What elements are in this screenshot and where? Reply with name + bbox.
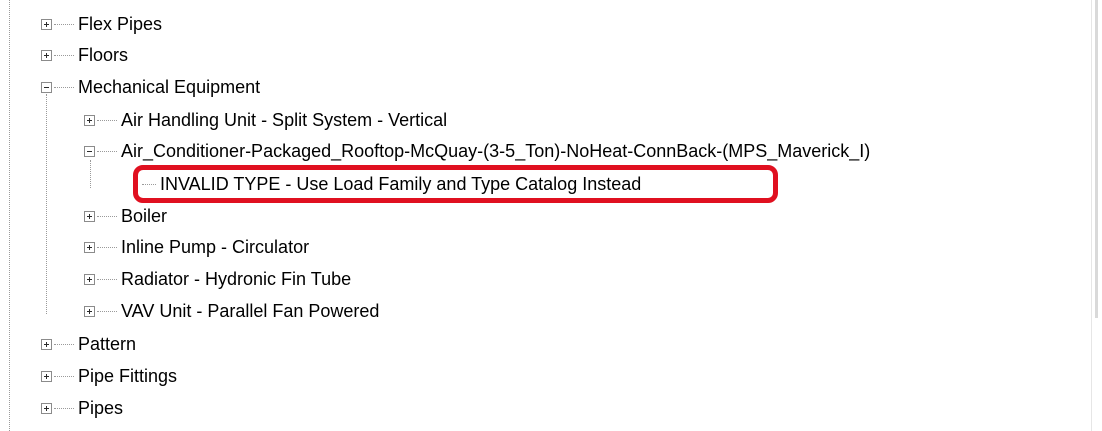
tree-node-floors[interactable]: Floors [41,42,128,68]
tree-node-label: Air_Conditioner-Packaged_Rooftop-McQuay-… [121,141,871,161]
tree-node-flex-pipes[interactable]: Flex Pipes [41,11,162,37]
expand-icon[interactable] [41,18,52,30]
tree-node-inline-pump[interactable]: Inline Pump - Circulator [84,234,309,260]
tree-connector [142,183,156,185]
tree-node-pipe-fittings[interactable]: Pipe Fittings [41,363,177,389]
tree-node-pattern[interactable]: Pattern [41,331,136,357]
tree-node-air-conditioner-rooftop[interactable]: Air_Conditioner-Packaged_Rooftop-McQuay-… [84,138,870,164]
tree-node-label: Inline Pump - Circulator [121,237,310,257]
tree-connector [97,119,117,121]
expand-icon[interactable] [41,49,52,61]
tree-node-vav-unit[interactable]: VAV Unit - Parallel Fan Powered [84,298,379,324]
expand-icon[interactable] [84,114,95,126]
tree-node-label: Pattern [78,334,137,354]
tree-node-label: Mechanical Equipment [78,77,261,97]
tree-connector [54,54,74,56]
tree-connector [54,375,74,377]
expand-icon[interactable] [41,402,52,414]
expand-icon[interactable] [41,338,52,350]
tree-node-label: Pipes [78,398,124,418]
tree-connector [97,150,117,152]
tree-connector [97,246,117,248]
collapse-icon[interactable] [41,81,52,93]
tree-connector [54,407,74,409]
tree-node-air-handling-unit[interactable]: Air Handling Unit - Split System - Verti… [84,107,447,133]
tree-guide-line [90,160,91,188]
tree-node-label: Radiator - Hydronic Fin Tube [121,269,352,289]
expand-icon[interactable] [84,273,95,285]
tree-connector [54,343,74,345]
tree-node-boiler[interactable]: Boiler [84,203,167,229]
tree-guide-line [9,0,10,431]
tree-node-invalid-type[interactable]: INVALID TYPE - Use Load Family and Type … [142,171,641,197]
family-browser-tree: Flex Pipes Floors Mechanical Equipment A… [0,0,1102,431]
tree-node-label: Floors [78,45,129,65]
tree-node-label: Flex Pipes [78,14,163,34]
scrollbar-thumb[interactable] [1095,0,1098,318]
tree-guide-line [46,94,47,314]
collapse-icon[interactable] [84,145,95,157]
expand-icon[interactable] [84,305,95,317]
tree-node-label: INVALID TYPE - Use Load Family and Type … [160,174,642,194]
tree-node-label: Air Handling Unit - Split System - Verti… [121,110,448,130]
tree-connector [97,310,117,312]
tree-connector [54,23,74,25]
tree-node-mechanical-equipment[interactable]: Mechanical Equipment [41,74,260,100]
expand-icon[interactable] [84,210,95,222]
tree-node-label: VAV Unit - Parallel Fan Powered [121,301,380,321]
tree-node-pipes[interactable]: Pipes [41,395,123,421]
vertical-scrollbar[interactable] [1091,0,1102,431]
tree-node-label: Pipe Fittings [78,366,178,386]
tree-connector [97,215,117,217]
expand-icon[interactable] [41,370,52,382]
tree-node-label: Boiler [121,206,168,226]
tree-connector [97,278,117,280]
tree-node-radiator[interactable]: Radiator - Hydronic Fin Tube [84,266,351,292]
expand-icon[interactable] [84,241,95,253]
tree-connector [54,86,74,88]
